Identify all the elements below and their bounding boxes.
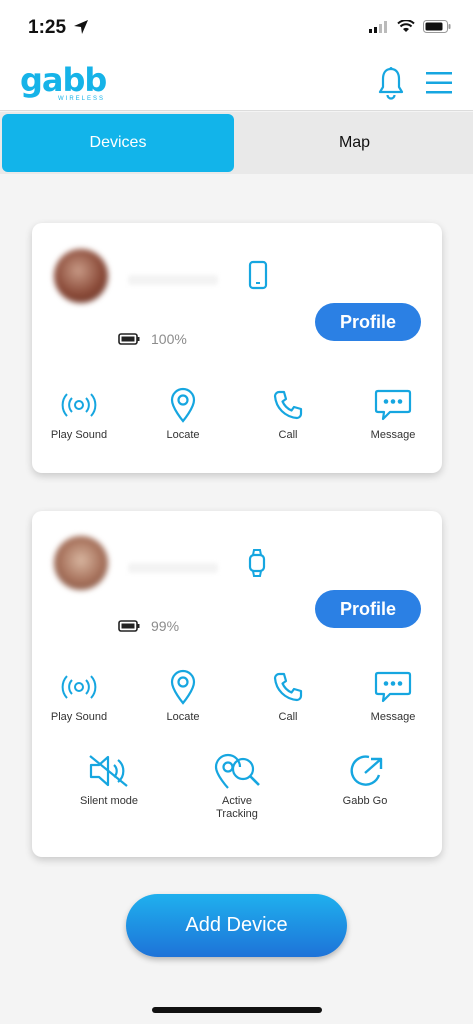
play-sound-button[interactable]: Play Sound [29,669,129,724]
action-label: Locate [166,429,200,441]
battery-status: 100% [118,331,187,347]
status-bar: 1:25 [0,0,473,54]
device-card: 99% Profile Play Sound Locate Call Messa… [32,511,442,857]
phone-icon [248,260,268,290]
battery-status: 99% [118,618,179,634]
action-label: Play Sound [50,711,108,723]
avatar[interactable] [54,536,108,590]
location-arrow-icon [74,20,88,34]
muted-speaker-icon [89,755,128,787]
action-label: Message [370,429,416,441]
message-button[interactable]: Message [343,669,443,724]
logo-subtext: WIRELESS [58,96,106,102]
chat-bubble-icon [374,389,412,421]
action-label: Call [278,429,298,441]
tab-map[interactable]: Map [236,114,473,172]
cellular-signal-icon [369,20,387,33]
device-card: 100% Profile Play Sound Locate Call Mess… [32,223,442,473]
tracking-search-icon [214,753,260,789]
status-icons [369,20,451,33]
battery-icon [423,20,451,33]
sound-waves-icon [61,675,97,699]
location-pin-icon [170,669,196,705]
gabb-logo: gabb WIRELESS [20,61,107,102]
app-header: gabb WIRELESS [0,54,473,111]
tab-devices[interactable]: Devices [2,114,234,172]
location-pin-icon [170,387,196,423]
profile-button[interactable]: Profile [315,303,421,341]
device-actions: Play Sound Locate Call Message [32,387,442,447]
device-name-redacted [128,563,218,573]
call-button[interactable]: Call [238,387,338,442]
battery-level-icon [118,620,140,632]
device-name-redacted [128,275,218,285]
profile-button[interactable]: Profile [315,590,421,628]
phone-handset-icon [273,672,303,702]
action-label: Locate [166,711,200,723]
call-button[interactable]: Call [238,669,338,724]
gabb-go-button[interactable]: Gabb Go [315,753,415,808]
play-sound-button[interactable]: Play Sound [29,387,129,442]
sound-waves-icon [61,393,97,417]
gabb-go-icon [350,755,383,786]
action-label: Message [370,711,416,723]
device-actions: Play Sound Locate Call Message [32,669,442,729]
battery-percentage: 99% [151,618,180,634]
hamburger-menu-icon[interactable] [424,68,454,98]
avatar[interactable] [54,249,108,303]
action-label: Silent mode [79,795,139,807]
phone-handset-icon [273,390,303,420]
battery-percentage: 100% [151,331,187,347]
locate-button[interactable]: Locate [133,669,233,724]
logo-text: gabb [20,61,107,99]
tab-bar: Devices Map [0,112,473,174]
action-label: Call [278,711,298,723]
battery-level-icon [118,333,140,345]
home-indicator[interactable] [152,1007,322,1013]
locate-button[interactable]: Locate [133,387,233,442]
notifications-bell-icon[interactable] [376,66,406,100]
device-extra-actions: Silent mode Active Tracking Gabb Go [32,753,442,820]
silent-mode-button[interactable]: Silent mode [59,753,159,808]
watch-icon [248,549,266,577]
add-device-button[interactable]: Add Device [126,894,347,957]
message-button[interactable]: Message [343,387,443,442]
action-label: Play Sound [50,429,108,441]
active-tracking-button[interactable]: Active Tracking [187,753,287,821]
wifi-icon [397,20,415,32]
action-label: Active Tracking [216,795,258,820]
chat-bubble-icon [374,671,412,703]
action-label: Gabb Go [342,795,388,807]
status-time: 1:25 [28,17,67,38]
